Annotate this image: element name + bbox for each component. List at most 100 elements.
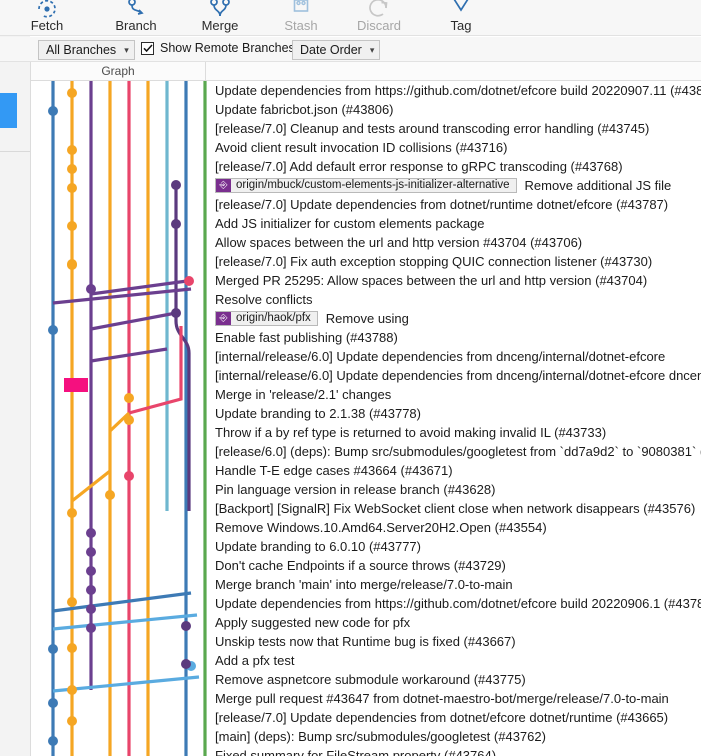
table-row[interactable]: Fixed summary for FileStream property (#… [207,746,701,756]
commit-message: [release/7.0] Add default error response… [215,159,623,174]
table-row[interactable]: Merge in 'release/2.1' changes [207,385,701,404]
table-row[interactable]: [release/6.0] (deps): Bump src/submodule… [207,442,701,461]
commit-message: Remove using [325,311,409,326]
commit-message: Merged PR 25295: Allow spaces between th… [215,273,648,288]
toolbar-label: Stash [284,18,318,33]
merge-icon [207,0,233,18]
commit-message: Update dependencies from https://github.… [215,83,701,98]
column-header-graph[interactable]: Graph [30,62,206,80]
table-row[interactable]: Merge branch 'main' into merge/release/7… [207,575,701,594]
commit-message: Add a pfx test [215,653,295,668]
table-row[interactable]: Pin language version in release branch (… [207,480,701,499]
commit-message: Unskip tests now that Runtime bug is fix… [215,634,516,649]
branch-ref-badge[interactable]: ⎆ origin/haok/pfx [215,311,318,326]
commit-message: Don't cache Endpoints if a source throws… [215,558,506,573]
table-row[interactable]: [Backport] [SignalR] Fix WebSocket clien… [207,499,701,518]
branch-ref-label: origin/haok/pfx [236,312,311,324]
table-row[interactable]: [release/7.0] Add default error response… [207,157,701,176]
commit-message: [main] (deps): Bump src/submodules/googl… [215,729,546,744]
commit-message: Handle T-E edge cases #43664 (#43671) [215,463,453,478]
table-row[interactable]: [release/7.0] Cleanup and tests around t… [207,119,701,138]
commit-message: Merge branch 'main' into merge/release/7… [215,577,513,592]
table-row[interactable]: Don't cache Endpoints if a source throws… [207,556,701,575]
commit-message: Update dependencies from https://github.… [215,596,701,611]
branch-icon [125,0,147,18]
branch-filter-value: All Branches [46,43,117,57]
filter-bar: All Branches ▾ Show Remote Branches Date… [0,37,701,62]
commit-message: Add JS initializer for custom elements p… [215,216,485,231]
toolbar-button-merge[interactable]: Merge [177,0,263,35]
table-row[interactable]: Update branding to 6.0.10 (#43777) [207,537,701,556]
toolbar-label: Branch [115,18,157,33]
branch-filter-dropdown[interactable]: All Branches ▾ [38,40,135,60]
order-dropdown[interactable]: Date Order ▾ [292,40,381,60]
table-row[interactable]: Throw if a by ref type is returned to av… [207,423,701,442]
branch-ref-label: origin/mbuck/custom-elements-js-initiali… [236,179,510,191]
table-row[interactable]: Allow spaces between the url and http ve… [207,233,701,252]
chevron-down-icon: ▾ [369,44,375,55]
commit-message: [release/6.0] (deps): Bump src/submodule… [215,444,701,459]
table-row[interactable]: [release/7.0] Update dependencies from d… [207,195,701,214]
table-row[interactable]: Add JS initializer for custom elements p… [207,214,701,233]
table-row[interactable]: Resolve conflicts [207,290,701,309]
commit-message: Update branding to 2.1.38 (#43778) [215,406,421,421]
table-row[interactable]: Add a pfx test [207,651,701,670]
table-row[interactable]: Remove Windows.10.Amd64.Server20H2.Open … [207,518,701,537]
branch-ref-badge[interactable]: ⎆ origin/mbuck/custom-elements-js-initia… [215,178,517,193]
table-row[interactable]: [main] (deps): Bump src/submodules/googl… [207,727,701,746]
toolbar-button-stash: Stash [258,0,344,35]
commit-message: Fixed summary for FileStream property (#… [215,748,497,756]
toolbar-button-fetch[interactable]: Fetch [4,0,90,35]
table-row[interactable]: [release/7.0] Update dependencies from d… [207,708,701,727]
commit-message: [release/7.0] Update dependencies from d… [215,710,669,725]
table-row[interactable]: Enable fast publishing (#43788) [207,328,701,347]
table-row[interactable]: Remove aspnetcore submodule workaround (… [207,670,701,689]
commit-message: Avoid client result invocation ID collis… [215,140,508,155]
discard-icon [367,0,391,18]
commit-message: [Backport] [SignalR] Fix WebSocket clien… [215,501,696,516]
main-toolbar: Fetch Branch Merge Stash Discard Tag [0,0,701,36]
table-row[interactable]: Update dependencies from https://github.… [207,81,701,100]
table-row[interactable]: Unskip tests now that Runtime bug is fix… [207,632,701,651]
column-header-graph-label: Graph [101,64,135,78]
rail-selected-chip[interactable] [0,93,17,128]
column-header-bar: Graph [30,62,701,81]
show-remote-branches-label: Show Remote Branches [160,41,295,55]
commit-message: Pin language version in release branch (… [215,482,496,497]
table-row[interactable]: Handle T-E edge cases #43664 (#43671) [207,461,701,480]
table-row[interactable]: [internal/release/6.0] Update dependenci… [207,347,701,366]
branch-icon: ⎆ [216,312,231,325]
checkbox-box[interactable] [141,41,154,55]
table-row[interactable]: Merged PR 25295: Allow spaces between th… [207,271,701,290]
toolbar-label: Merge [201,18,239,33]
commit-grid: Update dependencies from https://github.… [30,81,701,756]
commit-message: Remove aspnetcore submodule workaround (… [215,672,526,687]
branch-icon: ⎆ [216,179,231,192]
commit-dots [48,88,196,746]
table-row[interactable]: ⎆ origin/haok/pfx Remove using [207,309,701,328]
table-row[interactable]: Update fabricbot.json (#43806) [207,100,701,119]
commit-message: Resolve conflicts [215,292,313,307]
table-row[interactable]: [release/7.0] Fix auth exception stoppin… [207,252,701,271]
commit-message: Remove additional JS file [524,178,672,193]
chevron-down-icon: ▾ [124,44,129,55]
commit-message: Enable fast publishing (#43788) [215,330,398,345]
column-header-description[interactable] [206,62,701,80]
toolbar-button-discard: Discard [336,0,422,35]
commit-graph [31,81,207,756]
fetch-icon [36,0,58,18]
commit-message: [release/7.0] Update dependencies from d… [215,197,669,212]
toolbar-button-tag[interactable]: Tag [418,0,504,35]
table-row[interactable]: Apply suggested new code for pfx [207,613,701,632]
show-remote-branches-checkbox[interactable]: Show Remote Branches [141,41,295,55]
commit-message: [internal/release/6.0] Update dependenci… [215,349,666,364]
table-row[interactable]: ⎆ origin/mbuck/custom-elements-js-initia… [207,176,701,195]
table-row[interactable]: Update dependencies from https://github.… [207,594,701,613]
table-row[interactable]: Update branding to 2.1.38 (#43778) [207,404,701,423]
table-row[interactable]: Avoid client result invocation ID collis… [207,138,701,157]
toolbar-button-branch[interactable]: Branch [93,0,179,35]
table-row[interactable]: Merge pull request #43647 from dotnet-ma… [207,689,701,708]
table-row[interactable]: [internal/release/6.0] Update dependenci… [207,366,701,385]
toolbar-label: Fetch [30,18,64,33]
commit-message: Merge in 'release/2.1' changes [215,387,392,402]
